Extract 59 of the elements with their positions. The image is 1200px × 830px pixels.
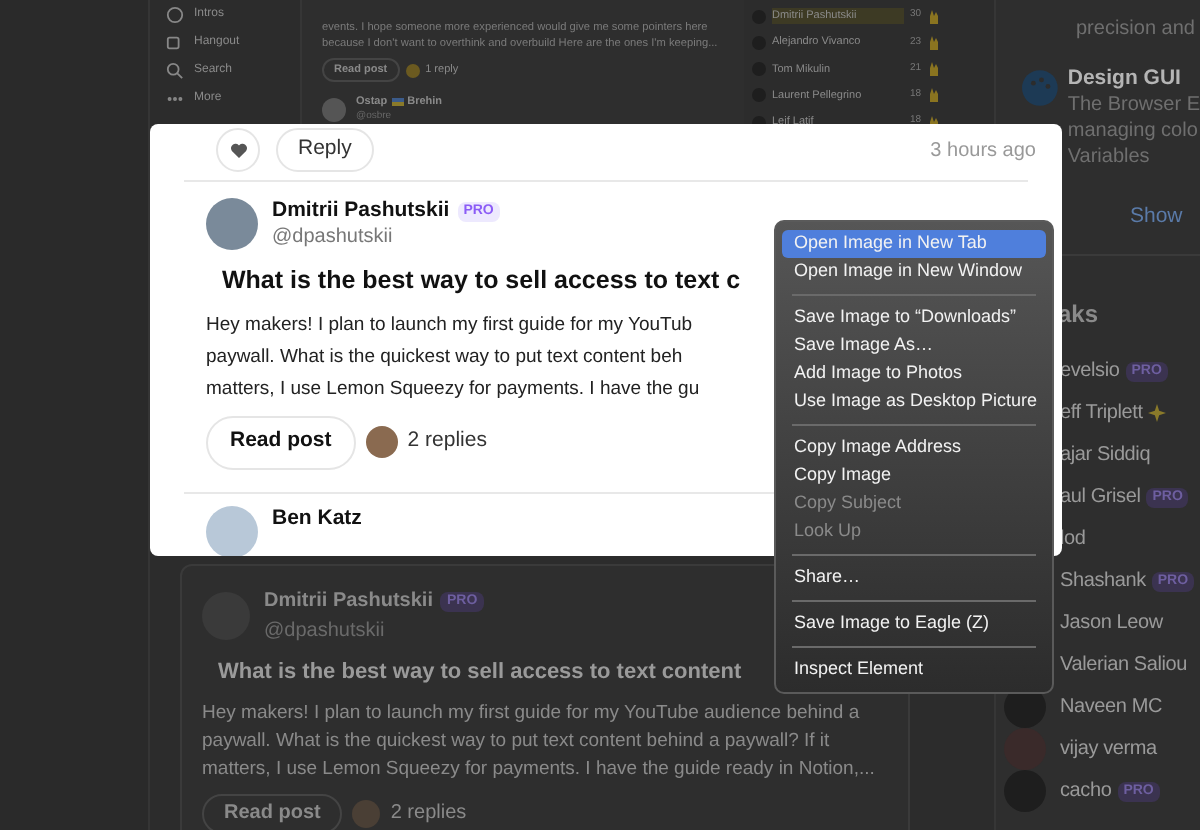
menu-item[interactable]: Save Image to “Downloads” <box>782 304 1046 332</box>
flag-icon <box>391 98 404 107</box>
menu-item[interactable]: Save Image to Eagle (Z) <box>782 610 1046 638</box>
menu-item[interactable]: Open Image in New Tab <box>782 230 1046 258</box>
product-description: The Browser E <box>1067 92 1200 118</box>
search-icon <box>166 61 184 79</box>
avatar <box>1004 728 1046 770</box>
menu-item[interactable]: Open Image in New Window <box>782 258 1046 286</box>
post-excerpt: matters, I use Lemon Squeezy for payments. I have the gu <box>206 375 700 404</box>
member-name[interactable]: Naveen MC <box>1060 692 1162 722</box>
member-name[interactable]: aul Grisel <box>1060 482 1141 512</box>
sparkle-icon <box>1148 404 1167 422</box>
avatar <box>1004 770 1046 812</box>
menu-item[interactable]: Add Image to Photos <box>782 360 1046 388</box>
author-name: Ben Katz <box>272 505 362 534</box>
avatar <box>206 198 258 250</box>
read-post-button[interactable]: Read post <box>206 415 356 470</box>
author-name: Dmitrii Pashutskii <box>272 198 450 224</box>
product-description: precision and <box>1076 18 1195 40</box>
palette-icon <box>1022 66 1058 110</box>
member-name[interactable]: ajar Siddiq <box>1060 440 1151 470</box>
avatar <box>405 63 420 77</box>
author-handle: @dpashutskii <box>272 224 395 250</box>
product-name[interactable]: Design GUI <box>1067 66 1200 92</box>
menu-item[interactable]: Copy Image <box>782 462 1046 490</box>
menu-item[interactable]: Save Image As… <box>782 332 1046 360</box>
product-description: managing colo <box>1067 118 1200 144</box>
avatar <box>206 505 258 556</box>
like-button[interactable] <box>216 128 260 172</box>
reply-count[interactable]: 2 replies <box>407 426 487 459</box>
member-name[interactable]: Shashank <box>1060 566 1146 596</box>
post-excerpt: matters, I use Lemon Squeezy for payments. I have the guide ready in Notion,... <box>202 755 875 783</box>
member-name[interactable]: cacho <box>1060 776 1112 806</box>
post-excerpt: Hey makers! I plan to launch my first guide for my YouTube audience behind a <box>202 699 860 727</box>
menu-item[interactable]: Copy Image Address <box>782 434 1046 462</box>
reply-button[interactable]: Reply <box>276 128 374 172</box>
post-excerpt: paywall. What is the quickest way to put text content beh <box>206 343 683 372</box>
menu-item[interactable]: Share… <box>782 564 1046 592</box>
post-excerpt: paywall. What is the quickest way to put text content behind a paywall? If it <box>202 727 830 755</box>
member-name[interactable]: vijay verma <box>1060 734 1157 764</box>
post-title: What is the best way to sell access to text c <box>222 264 741 298</box>
timestamp: 3 hours ago <box>930 137 1036 165</box>
author-handle: @dpashutskii <box>264 618 387 646</box>
menu-item[interactable]: Inspect Element <box>782 656 1046 684</box>
avatar <box>322 97 346 122</box>
reply-count[interactable]: 2 replies <box>390 798 467 828</box>
heart-icon <box>229 142 247 158</box>
avatar <box>352 799 381 827</box>
avatar <box>365 426 398 459</box>
member-name[interactable]: evelsio <box>1060 356 1120 386</box>
menu-item[interactable]: Use Image as Desktop Picture <box>782 388 1046 416</box>
post-title: What is the best way to sell access to text content <box>218 658 742 688</box>
product-description: Variables <box>1067 144 1152 170</box>
author-name: Dmitrii Pashutskii <box>264 588 433 616</box>
post-excerpt: Hey makers! I plan to launch my first guide for my YouTub <box>206 311 693 340</box>
member-name[interactable]: Valerian Saliou <box>1060 650 1188 680</box>
read-post-button[interactable]: Read post <box>202 793 343 830</box>
member-name[interactable]: Jason Leow <box>1060 608 1163 638</box>
show-more-link[interactable]: Show <box>1130 204 1183 228</box>
